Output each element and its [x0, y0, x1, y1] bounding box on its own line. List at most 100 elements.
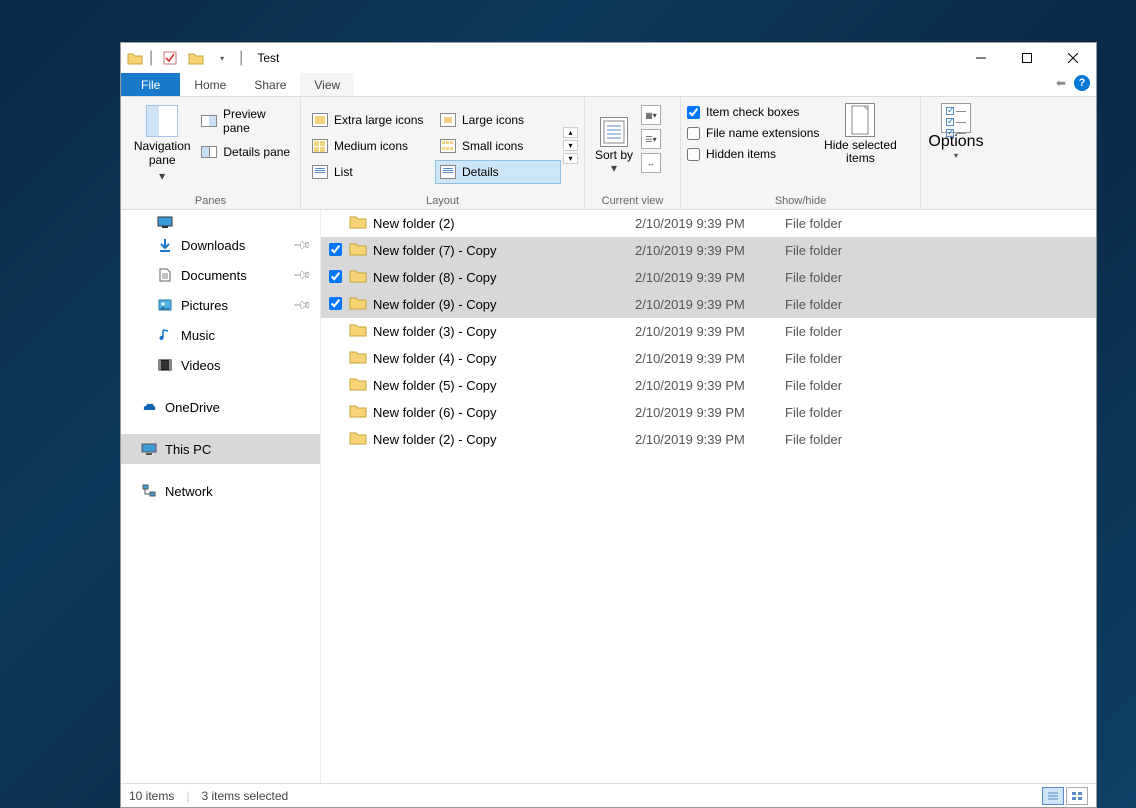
close-button[interactable]	[1050, 43, 1096, 73]
file-type: File folder	[785, 264, 1096, 291]
sidebar-item-music[interactable]: Music	[121, 320, 320, 350]
file-type: File folder	[785, 210, 1096, 237]
sidebar-item-thispc[interactable]: This PC	[121, 434, 320, 464]
row-checkbox[interactable]	[329, 297, 342, 310]
navigation-pane[interactable]: Desktop Downloads📌︎ Documents📌︎ Pictures…	[121, 210, 321, 783]
file-name: New folder (7) - Copy	[371, 237, 635, 264]
sidebar-item-onedrive[interactable]: OneDrive	[121, 392, 320, 422]
app-icon	[127, 50, 143, 66]
details-icon	[440, 165, 456, 179]
sidebar-item-desktop[interactable]: Desktop	[121, 212, 320, 230]
size-columns-button[interactable]: ↔︎	[641, 153, 661, 173]
layout-medium-icons[interactable]: Medium icons	[307, 134, 433, 158]
details-pane-icon	[201, 146, 217, 158]
group-by-button[interactable]: ☰▾	[641, 129, 661, 149]
table-row[interactable]: New folder (5) - Copy2/10/2019 9:39 PMFi…	[321, 372, 1096, 399]
row-checkbox[interactable]	[329, 243, 342, 256]
layout-list[interactable]: List	[307, 160, 433, 184]
layout-details[interactable]: Details	[435, 160, 561, 184]
minimize-ribbon-icon[interactable]: ⬅︎	[1056, 76, 1066, 90]
options-button[interactable]: Options ▾	[927, 101, 985, 191]
sidebar-item-documents[interactable]: Documents📌︎	[121, 260, 320, 290]
table-row[interactable]: New folder (7) - Copy2/10/2019 9:39 PMFi…	[321, 237, 1096, 264]
view-mode-large-button[interactable]	[1066, 787, 1088, 805]
file-name-extensions-toggle[interactable]: File name extensions	[687, 126, 819, 140]
file-name: New folder (6) - Copy	[371, 399, 635, 426]
chevron-down-icon: ▾	[954, 151, 958, 160]
minimize-button[interactable]	[958, 43, 1004, 73]
videos-icon	[157, 357, 173, 373]
status-bar: 10 items | 3 items selected	[121, 783, 1096, 807]
thispc-label: This PC	[165, 442, 211, 457]
layout-large-icons[interactable]: Large icons	[435, 108, 561, 132]
tab-file[interactable]: File	[121, 73, 180, 96]
onedrive-label: OneDrive	[165, 400, 220, 415]
file-modified: 2/10/2019 9:39 PM	[635, 372, 785, 399]
options-icon	[941, 103, 971, 133]
file-type: File folder	[785, 426, 1096, 453]
preview-pane-button[interactable]: Preview pane	[201, 107, 294, 135]
hidden-items-toggle[interactable]: Hidden items	[687, 147, 819, 161]
sort-by-button[interactable]: Sort by ▾	[591, 101, 637, 191]
chevron-down-icon: ▾	[611, 162, 617, 175]
documents-label: Documents	[181, 268, 247, 283]
window-title: Test	[257, 51, 279, 65]
file-modified: 2/10/2019 9:39 PM	[635, 237, 785, 264]
file-type: File folder	[785, 345, 1096, 372]
tab-view[interactable]: View	[300, 73, 354, 96]
qat-customize-button[interactable]: ▾	[211, 47, 233, 69]
file-type: File folder	[785, 291, 1096, 318]
table-row[interactable]: New folder (8) - Copy2/10/2019 9:39 PMFi…	[321, 264, 1096, 291]
file-name: New folder (2)	[371, 210, 635, 237]
sidebar-item-network[interactable]: Network	[121, 476, 320, 506]
tab-home[interactable]: Home	[180, 73, 240, 96]
layout-scroll-up[interactable]: ▴	[563, 127, 578, 138]
preview-pane-icon	[201, 115, 217, 127]
file-name: New folder (4) - Copy	[371, 345, 635, 372]
thispc-icon	[141, 441, 157, 457]
file-list[interactable]: New folder (2)2/10/2019 9:39 PMFile fold…	[321, 210, 1096, 783]
row-checkbox[interactable]	[329, 270, 342, 283]
file-name: New folder (2) - Copy	[371, 426, 635, 453]
sidebar-item-videos[interactable]: Videos	[121, 350, 320, 380]
table-row[interactable]: New folder (6) - Copy2/10/2019 9:39 PMFi…	[321, 399, 1096, 426]
folder-icon	[349, 349, 367, 365]
tab-share[interactable]: Share	[240, 73, 300, 96]
small-icons-icon	[440, 139, 456, 153]
sidebar-item-pictures[interactable]: Pictures📌︎	[121, 290, 320, 320]
layout-expand[interactable]: ▾	[563, 153, 578, 164]
table-row[interactable]: New folder (2)2/10/2019 9:39 PMFile fold…	[321, 210, 1096, 237]
table-row[interactable]: New folder (4) - Copy2/10/2019 9:39 PMFi…	[321, 345, 1096, 372]
file-modified: 2/10/2019 9:39 PM	[635, 345, 785, 372]
folder-icon	[349, 322, 367, 338]
table-row[interactable]: New folder (9) - Copy2/10/2019 9:39 PMFi…	[321, 291, 1096, 318]
layout-small-icons[interactable]: Small icons	[435, 134, 561, 158]
help-icon[interactable]: ?	[1074, 75, 1090, 91]
downloads-label: Downloads	[181, 238, 245, 253]
item-check-boxes-toggle[interactable]: Item check boxes	[687, 105, 819, 119]
details-pane-label: Details pane	[223, 145, 290, 159]
navigation-pane-button[interactable]: Navigation pane ▾	[127, 101, 197, 191]
file-modified: 2/10/2019 9:39 PM	[635, 399, 785, 426]
group-label-panes: Panes	[121, 195, 300, 209]
table-row[interactable]: New folder (3) - Copy2/10/2019 9:39 PMFi…	[321, 318, 1096, 345]
table-row[interactable]: New folder (2) - Copy2/10/2019 9:39 PMFi…	[321, 426, 1096, 453]
qat-newfolder-button[interactable]	[185, 47, 207, 69]
add-columns-button[interactable]: ▦︎▾	[641, 105, 661, 125]
chevron-down-icon: ▾	[159, 169, 165, 183]
layout-gallery: Extra large icons Large icons Medium ico…	[307, 108, 561, 184]
maximize-button[interactable]	[1004, 43, 1050, 73]
downloads-icon	[157, 237, 173, 253]
folder-icon	[349, 241, 367, 257]
details-pane-button[interactable]: Details pane	[201, 145, 294, 159]
qat-properties-button[interactable]	[159, 47, 181, 69]
file-type: File folder	[785, 399, 1096, 426]
view-mode-details-button[interactable]	[1042, 787, 1064, 805]
layout-scroll-down[interactable]: ▾	[563, 140, 578, 151]
sidebar-item-downloads[interactable]: Downloads📌︎	[121, 230, 320, 260]
folder-icon	[349, 403, 367, 419]
hide-selected-items-button[interactable]: Hide selected items	[819, 101, 901, 191]
file-modified: 2/10/2019 9:39 PM	[635, 426, 785, 453]
preview-pane-label: Preview pane	[223, 107, 294, 135]
layout-extra-large-icons[interactable]: Extra large icons	[307, 108, 433, 132]
